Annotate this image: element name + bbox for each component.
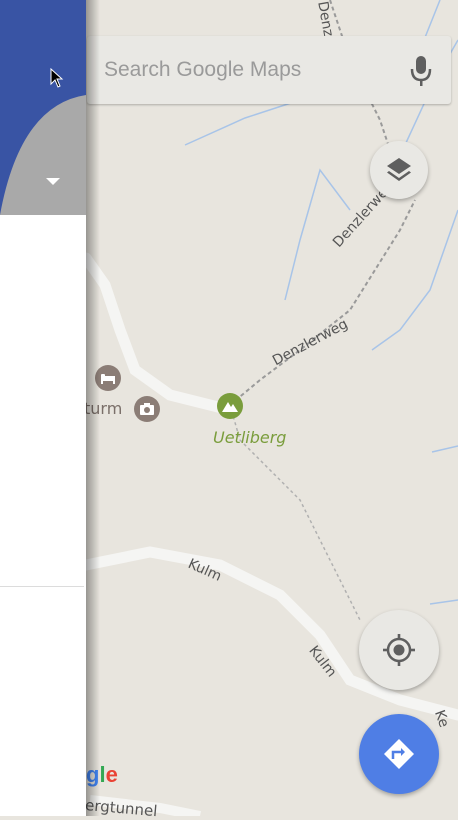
mic-icon[interactable]: [409, 52, 433, 88]
place-label[interactable]: Uetliberg: [213, 428, 286, 447]
camera-icon[interactable]: [134, 396, 160, 422]
drawer-header[interactable]: [0, 0, 86, 215]
mountain-icon[interactable]: [217, 393, 243, 419]
my-location-icon: [383, 634, 415, 666]
navigation-drawer: [0, 0, 86, 816]
search-bar[interactable]: Search Google Maps: [87, 36, 451, 104]
drawer-body: [0, 215, 86, 816]
layers-button[interactable]: [370, 141, 428, 199]
drawer-shadow: [86, 0, 100, 816]
drawer-divider: [0, 586, 84, 587]
search-input[interactable]: Search Google Maps: [104, 58, 301, 82]
logo-letter-e: e: [105, 762, 118, 787]
cursor-icon: [50, 67, 64, 93]
directions-icon: [384, 739, 414, 769]
my-location-button[interactable]: [359, 610, 439, 690]
directions-button[interactable]: [359, 714, 439, 794]
layers-icon: [387, 158, 411, 181]
dropdown-arrow-icon[interactable]: [46, 178, 60, 185]
